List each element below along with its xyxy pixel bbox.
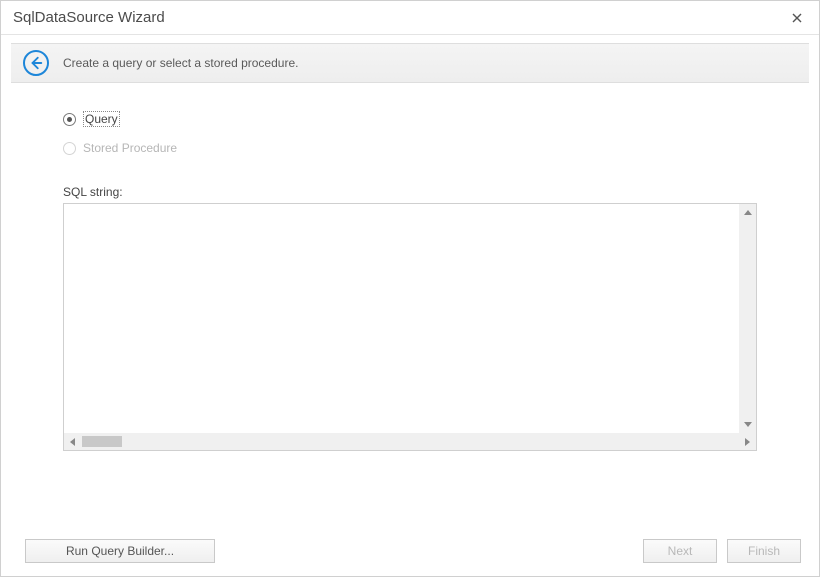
radio-query-label: Query: [83, 111, 120, 127]
run-query-builder-button[interactable]: Run Query Builder...: [25, 539, 215, 563]
wizard-subtitle: Create a query or select a stored proced…: [63, 56, 298, 70]
radio-icon: [63, 113, 76, 126]
radio-stored-procedure-label: Stored Procedure: [83, 141, 177, 155]
window-title: SqlDataSource Wizard: [13, 9, 165, 26]
scroll-left-icon: [64, 433, 81, 450]
sql-string-label: SQL string:: [63, 185, 757, 199]
close-button[interactable]: [785, 6, 809, 30]
scroll-down-icon: [739, 416, 756, 433]
sql-string-input[interactable]: [64, 204, 739, 433]
radio-icon: [63, 142, 76, 155]
wizard-window: SqlDataSource Wizard Create a query or s…: [0, 0, 820, 577]
next-button[interactable]: Next: [643, 539, 717, 563]
scroll-up-icon: [739, 204, 756, 221]
close-icon: [792, 13, 802, 23]
arrow-left-icon: [29, 56, 43, 70]
back-button[interactable]: [23, 50, 49, 76]
radio-query[interactable]: Query: [63, 111, 120, 127]
finish-button[interactable]: Finish: [727, 539, 801, 563]
scrollbar-thumb[interactable]: [82, 436, 122, 447]
radio-stored-procedure: Stored Procedure: [63, 141, 177, 155]
scroll-right-icon: [739, 433, 756, 450]
vertical-scrollbar[interactable]: [739, 204, 756, 433]
wizard-body: Query Stored Procedure SQL string:: [1, 83, 819, 526]
wizard-footer: Run Query Builder... Next Finish: [1, 526, 819, 576]
wizard-header: Create a query or select a stored proced…: [11, 43, 809, 83]
horizontal-scrollbar[interactable]: [64, 433, 756, 450]
titlebar: SqlDataSource Wizard: [1, 1, 819, 35]
sql-string-field: [63, 203, 757, 451]
